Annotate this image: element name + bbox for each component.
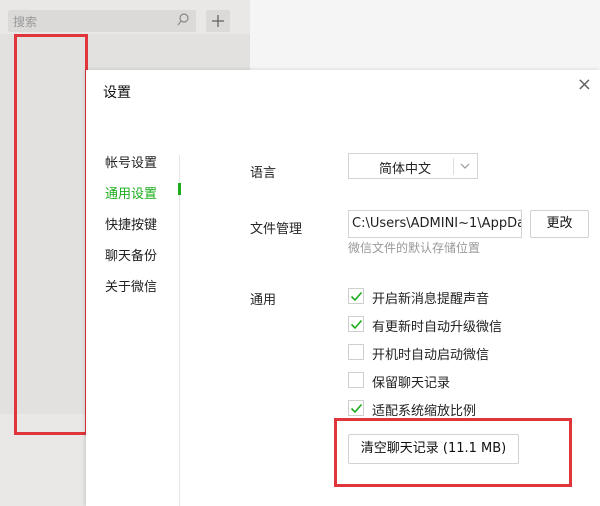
file-management-label: 文件管理 — [250, 222, 303, 237]
change-path-button[interactable]: 更改 — [530, 210, 589, 238]
checkbox-unchecked[interactable] — [348, 344, 364, 360]
file-path-hint: 微信文件的默认存储位置 — [348, 241, 481, 255]
plus-icon — [206, 15, 230, 36]
active-nav-indicator — [178, 183, 181, 195]
search-placeholder: 搜索 — [13, 15, 38, 29]
checkbox-checked[interactable] — [348, 288, 364, 304]
file-path-field[interactable]: C:\Users\ADMINI~1\AppData\Roaming\Tencen… — [348, 210, 522, 238]
option-label: 适配系统缩放比例 — [372, 404, 477, 419]
checkbox-unchecked[interactable] — [348, 372, 364, 388]
language-value: 简体中文 — [379, 162, 432, 177]
close-button[interactable]: × — [577, 74, 592, 95]
option-label: 有更新时自动升级微信 — [372, 320, 503, 335]
add-button[interactable] — [206, 10, 230, 32]
nav-item-shortcuts[interactable]: 快捷按键 — [105, 214, 157, 233]
option-label: 开机时自动启动微信 — [372, 348, 490, 363]
nav-divider — [179, 155, 180, 506]
annotation-box-sidebar — [14, 34, 88, 435]
language-label: 语言 — [250, 166, 277, 181]
search-icon[interactable] — [176, 12, 190, 32]
chevron-down-icon — [459, 159, 471, 177]
checkbox-checked[interactable] — [348, 316, 364, 332]
nav-item-general[interactable]: 通用设置 — [105, 183, 157, 202]
option-label: 开启新消息提醒声音 — [372, 292, 490, 307]
nav-item-backup[interactable]: 聊天备份 — [105, 245, 157, 264]
language-select[interactable]: 简体中文 — [348, 153, 478, 179]
checkbox-checked[interactable] — [348, 400, 364, 416]
general-label: 通用 — [250, 293, 277, 308]
dialog-title: 设置 — [103, 85, 131, 101]
annotation-box-clear-button — [334, 418, 572, 487]
select-separator — [453, 158, 454, 175]
option-label: 保留聊天记录 — [372, 376, 451, 391]
nav-item-account[interactable]: 帐号设置 — [105, 152, 157, 171]
file-path-value: C:\Users\ADMINI~1\AppData\Roaming\Tencen… — [352, 216, 522, 231]
search-input[interactable]: 搜索 — [8, 10, 196, 32]
nav-item-about[interactable]: 关于微信 — [105, 276, 157, 295]
